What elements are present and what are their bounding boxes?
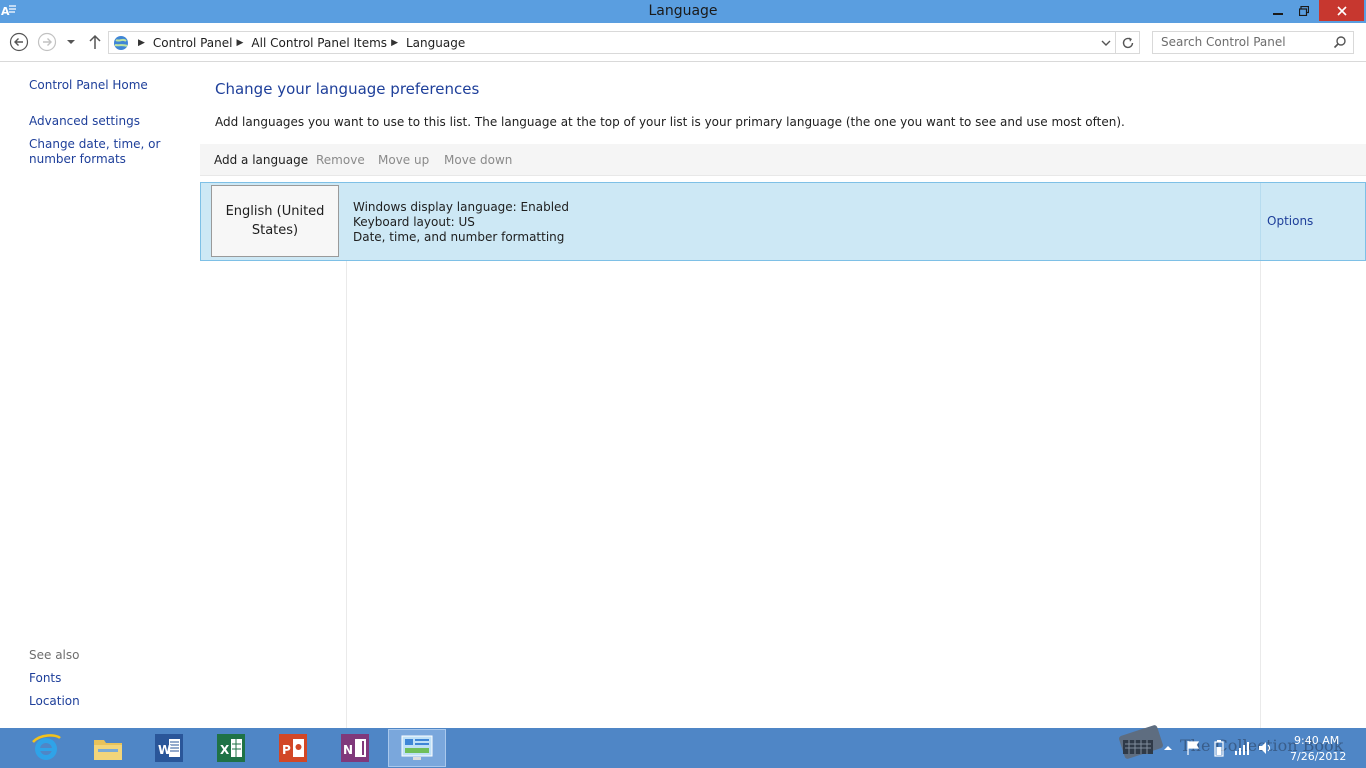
forward-button[interactable] — [37, 32, 57, 52]
svg-text:N: N — [343, 743, 353, 757]
powerpoint-icon: P — [279, 734, 307, 762]
up-arrow-icon — [89, 34, 101, 49]
location-link[interactable]: Location — [29, 694, 80, 709]
chevron-up-icon[interactable] — [1163, 744, 1173, 752]
address-bar: ▶ Control Panel ▶ All Control Panel Item… — [0, 23, 1366, 62]
column-divider — [1260, 183, 1261, 260]
language-tile[interactable]: English (United States) — [211, 185, 339, 257]
options-link[interactable]: Options — [1267, 214, 1313, 228]
svg-text:P: P — [282, 743, 291, 757]
svg-text:X: X — [220, 743, 230, 757]
taskbar-internet-explorer[interactable] — [17, 729, 75, 767]
taskbar-powerpoint[interactable]: P — [264, 729, 322, 767]
left-navigation-pane: Control Panel Home Advanced settings Cha… — [0, 63, 200, 728]
control-panel-home-link[interactable]: Control Panel Home — [29, 78, 148, 93]
column-divider — [1260, 261, 1261, 728]
up-button[interactable] — [85, 32, 105, 52]
internet-explorer-icon — [32, 734, 61, 760]
forward-arrow-icon — [37, 32, 57, 52]
advanced-settings-link[interactable]: Advanced settings — [29, 114, 140, 129]
fonts-link[interactable]: Fonts — [29, 671, 61, 686]
network-signal-icon[interactable] — [1234, 740, 1250, 756]
language-list-item[interactable]: English (United States) Windows display … — [200, 182, 1366, 261]
taskbar-onenote[interactable]: N — [326, 729, 384, 767]
breadcrumb[interactable]: ▶ Control Panel ▶ All Control Panel Item… — [108, 31, 1140, 54]
window-title: Language — [648, 3, 718, 19]
page-description: Add languages you want to use to this li… — [215, 115, 1125, 129]
breadcrumb-control-panel[interactable]: Control Panel — [153, 36, 233, 50]
see-also-heading: See also — [29, 648, 80, 662]
restore-button[interactable] — [1292, 0, 1316, 21]
language-details: Windows display language: Enabled Keyboa… — [353, 200, 569, 245]
refresh-icon — [1122, 37, 1133, 48]
search-icon[interactable] — [1333, 35, 1347, 49]
word-icon: W — [155, 734, 183, 762]
volume-icon[interactable] — [1258, 740, 1274, 756]
chevron-down-icon — [1101, 40, 1111, 46]
onenote-icon: N — [341, 734, 369, 762]
language-name: English (United States) — [225, 204, 325, 238]
back-arrow-icon — [9, 32, 29, 52]
clock-time[interactable]: 9:40 AM — [1294, 734, 1339, 747]
battery-icon[interactable] — [1214, 740, 1224, 757]
restore-icon — [1299, 5, 1309, 16]
chevron-down-icon — [67, 40, 75, 44]
formatting-status: Date, time, and number formatting — [353, 230, 565, 244]
change-formats-link[interactable]: Change date, time, or number formats — [29, 137, 194, 167]
keyboard-layout-status: Keyboard layout: US — [353, 215, 475, 229]
close-button[interactable] — [1319, 0, 1364, 21]
remove-button[interactable]: Remove — [316, 153, 365, 167]
taskbar-excel[interactable]: X — [202, 729, 260, 767]
search-input[interactable]: Search Control Panel — [1152, 31, 1354, 54]
add-language-button[interactable]: Add a language — [214, 153, 308, 167]
breadcrumb-separator-icon[interactable]: ▶ — [391, 38, 398, 48]
back-button[interactable] — [9, 32, 29, 52]
flag-icon[interactable] — [1186, 740, 1200, 756]
control-panel-icon — [401, 735, 433, 760]
excel-icon: X — [217, 734, 245, 762]
move-down-button[interactable]: Move down — [444, 153, 512, 167]
refresh-button[interactable] — [1115, 32, 1139, 53]
close-icon — [1336, 5, 1347, 16]
display-language-status: Windows display language: Enabled — [353, 200, 570, 214]
address-dropdown-button[interactable] — [1099, 35, 1113, 51]
column-divider — [346, 261, 347, 728]
svg-text:W: W — [158, 743, 171, 757]
breadcrumb-language[interactable]: Language — [406, 36, 465, 50]
title-bar: A Language — [0, 0, 1366, 23]
touch-keyboard-icon[interactable] — [1115, 720, 1167, 760]
control-panel-icon — [114, 35, 128, 50]
taskbar-word[interactable]: W — [140, 729, 198, 767]
breadcrumb-separator-icon[interactable]: ▶ — [237, 38, 244, 48]
language-toolbar: Add a language Remove Move up Move down — [200, 144, 1366, 176]
taskbar-control-panel[interactable] — [388, 729, 446, 767]
breadcrumb-all-items[interactable]: All Control Panel Items — [251, 36, 387, 50]
move-up-button[interactable]: Move up — [378, 153, 429, 167]
folder-icon — [94, 740, 122, 760]
minimize-icon — [1273, 12, 1283, 15]
clock-date[interactable]: 7/26/2012 — [1290, 750, 1346, 763]
minimize-button[interactable] — [1266, 0, 1290, 21]
recent-locations-button[interactable] — [63, 32, 79, 52]
page-title: Change your language preferences — [215, 80, 480, 98]
breadcrumb-separator-icon[interactable]: ▶ — [138, 38, 145, 48]
taskbar-file-explorer[interactable] — [79, 729, 137, 767]
search-placeholder: Search Control Panel — [1161, 35, 1286, 49]
taskbar: W X P N The Collection Book 9:40 AM 7/26… — [0, 725, 1366, 768]
